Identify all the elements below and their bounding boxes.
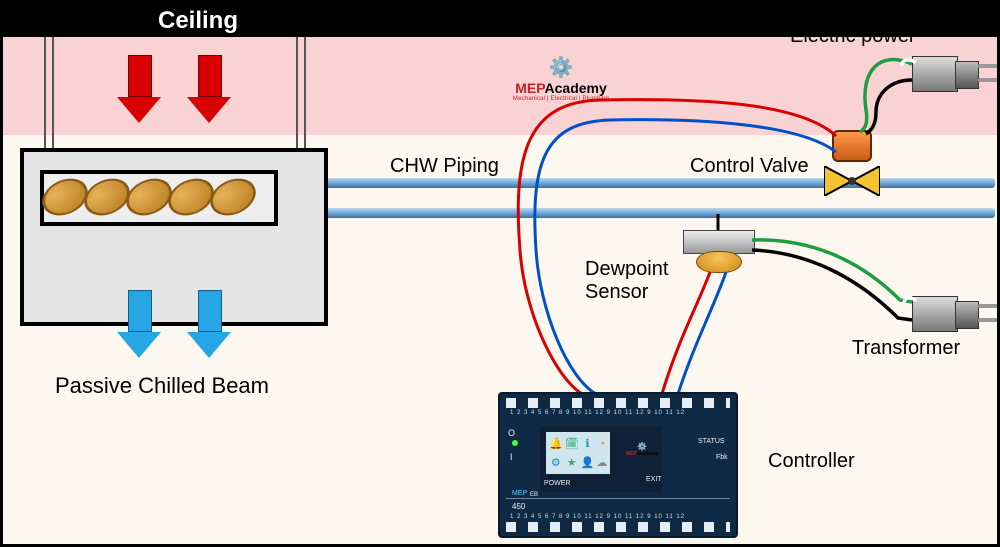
label-control-valve: Control Valve <box>690 155 809 178</box>
control-valve-actuator <box>832 130 872 162</box>
dewpoint-sensor-element <box>696 251 742 273</box>
logo-suffix: Academy <box>545 80 607 96</box>
screen-icon-cal[interactable]: 🗓 <box>565 435 579 452</box>
transformer-1 <box>912 56 958 92</box>
label-controller: Controller <box>768 450 855 473</box>
transformer-2-lead-a <box>978 304 1000 308</box>
controller-bottom-numbers: 1 2 3 4 5 6 7 8 9 10 11 12 9 10 11 12 9 … <box>510 514 685 520</box>
mep-academy-logo: ⚙️ MEPAcademy Mechanical | Electrical | … <box>496 55 626 102</box>
chilled-beam-coil <box>40 170 278 226</box>
mini-logo-prefix: MEP <box>626 451 636 457</box>
logo-subtitle: Mechanical | Electrical | Plumbing <box>496 96 626 102</box>
warm-air-arrow-2 <box>198 55 231 123</box>
ceiling-title: Ceiling <box>158 7 238 35</box>
hanger-1b <box>52 37 54 152</box>
controller-unit: 1 2 3 4 5 6 7 8 9 10 11 12 9 10 11 12 9 … <box>498 392 738 538</box>
hanger-1 <box>44 37 46 152</box>
screen-icon-bell[interactable]: 🔔 <box>549 435 563 452</box>
controller-o-label: O <box>508 428 515 438</box>
controller-status-label: STATUS <box>698 438 725 445</box>
label-transformer: Transformer <box>852 337 960 360</box>
screen-icon-tool[interactable]: ★ <box>565 454 579 471</box>
controller-screen[interactable]: 🔔 🗓 ℹ ◔ ⚙ ★ 👤 ☁ <box>546 432 610 474</box>
screen-icon-user[interactable]: 👤 <box>581 454 595 471</box>
chw-pipe-supply <box>275 178 995 188</box>
screen-icon-info[interactable]: ℹ <box>581 435 595 452</box>
label-chw-piping: CHW Piping <box>390 155 499 178</box>
controller-model: 450 <box>512 502 525 511</box>
transformer-2 <box>912 296 958 332</box>
warm-air-arrow-1 <box>128 55 161 123</box>
logo-prefix: MEP <box>515 80 544 96</box>
controller-top-numbers: 1 2 3 4 5 6 7 8 9 10 11 12 9 10 11 12 9 … <box>510 410 685 416</box>
controller-power-label: POWER <box>544 480 570 487</box>
cool-air-arrow-2 <box>198 290 231 358</box>
label-electric-power: Electric power <box>790 25 916 48</box>
screen-icon-cloud[interactable]: ☁ <box>596 454 607 471</box>
screen-icon-gear[interactable]: ⚙ <box>549 454 563 471</box>
controller-exit-label: EXIT <box>646 476 662 483</box>
controller-din-top <box>506 398 730 408</box>
controller-din-bottom <box>506 522 730 532</box>
mini-logo-suffix: Academy <box>636 451 658 457</box>
controller-fbk-label: Fbk <box>716 454 728 461</box>
transformer-2-lead-b <box>978 318 1000 322</box>
controller-brand-suffix: EB <box>530 492 538 498</box>
chw-pipe-return <box>275 208 995 218</box>
controller-divider <box>506 498 730 499</box>
controller-led <box>512 440 518 446</box>
controller-brand-prefix: MEP <box>512 490 527 497</box>
transformer-1-lead-b <box>978 78 1000 82</box>
hanger-2b <box>304 37 306 152</box>
control-valve-body <box>824 166 880 196</box>
controller-i-label: I <box>510 452 513 462</box>
cool-air-arrow-1 <box>128 290 161 358</box>
hanger-2 <box>296 37 298 152</box>
transformer-1-lead-a <box>978 64 1000 68</box>
screen-icon-chart[interactable]: ◔ <box>596 435 607 452</box>
gear-icon: ⚙️ <box>496 55 626 80</box>
controller-mini-logo: ⚙️ MEPAcademy <box>626 442 659 457</box>
label-dewpoint-sensor: Dewpoint Sensor <box>585 258 668 304</box>
label-passive-chilled-beam: Passive Chilled Beam <box>55 373 269 399</box>
